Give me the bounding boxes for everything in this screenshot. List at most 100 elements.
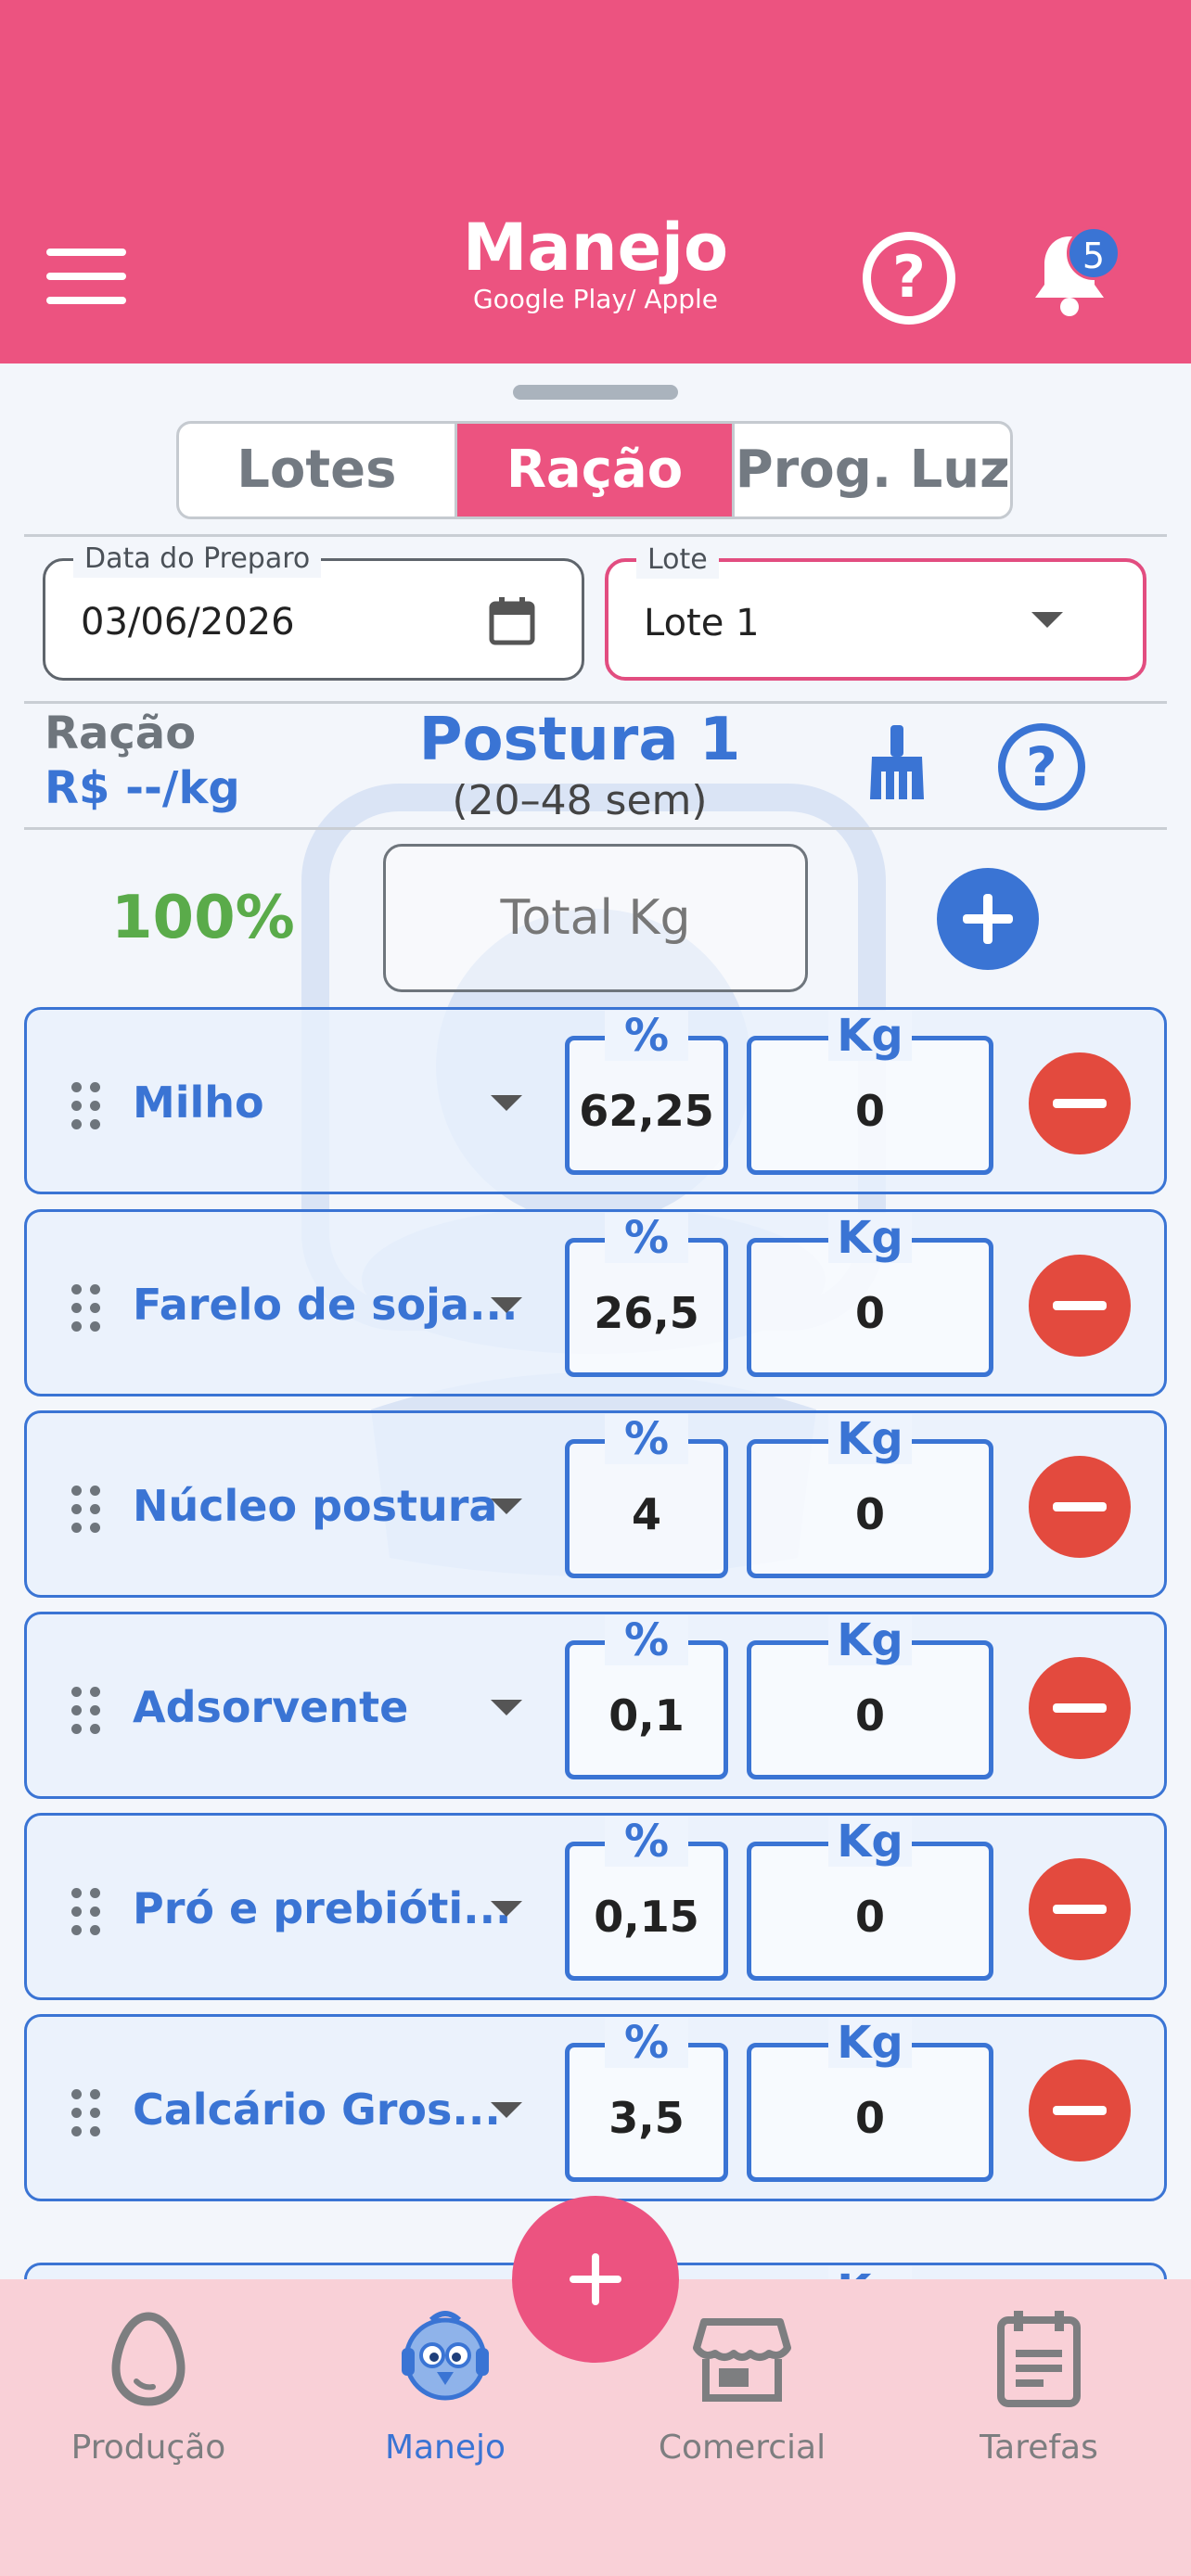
percent-value: 62,25 <box>579 1086 714 1136</box>
chevron-down-icon <box>1031 612 1063 628</box>
ingredient-name[interactable]: Pró e prebióti... <box>133 1881 512 1936</box>
clipboard-icon <box>997 2311 1081 2407</box>
drag-handle-icon[interactable] <box>71 1486 103 1534</box>
app-header: Manejo Google Play/ Apple ? 5 <box>0 0 1191 363</box>
formula-name[interactable]: Postura 1 <box>371 707 788 773</box>
remove-ingredient-button[interactable] <box>1029 1052 1131 1154</box>
add-ingredient-button[interactable] <box>937 868 1039 970</box>
divider <box>24 701 1167 704</box>
percent-input[interactable]: % 0,1 <box>565 1615 728 1779</box>
remove-ingredient-button[interactable] <box>1029 1255 1131 1357</box>
kg-label: Kg <box>828 1817 912 1867</box>
chevron-down-icon[interactable] <box>491 1901 522 1917</box>
kg-input[interactable]: Kg 0 <box>747 1213 993 1377</box>
percent-value: 4 <box>631 1489 661 1539</box>
percent-label: % <box>605 1213 688 1263</box>
kg-label: Kg <box>828 1213 912 1263</box>
chevron-down-icon[interactable] <box>491 1297 522 1313</box>
ingredient-row[interactable]: Adsorvente% 0,1 Kg 0 <box>24 1612 1167 1799</box>
nav-producao[interactable]: Produção <box>0 2307 297 2470</box>
kg-input[interactable]: Kg 0 <box>747 2018 993 2182</box>
percent-label: % <box>605 1615 688 1665</box>
lote-select-value: Lote 1 <box>644 602 760 644</box>
segmented-tabs: Lotes Ração Prog. Luz <box>176 421 1013 519</box>
chick-mascot-icon <box>402 2311 489 2401</box>
nav-tarefas[interactable]: Tarefas <box>890 2307 1187 2470</box>
sheet-handle[interactable] <box>513 385 678 400</box>
drag-handle-icon[interactable] <box>71 2089 103 2137</box>
ingredient-row[interactable]: Farelo de soja...% 26,5 Kg 0 <box>24 1209 1167 1396</box>
tab-racao[interactable]: Ração <box>454 424 733 516</box>
formula-help-icon[interactable]: ? <box>998 723 1085 810</box>
ingredient-name[interactable]: Milho <box>133 1075 264 1130</box>
kg-value: 0 <box>854 1086 885 1136</box>
nav-label: Comercial <box>658 2429 826 2467</box>
formula-range: (20–48 sem) <box>452 777 708 824</box>
percent-input[interactable]: % 3,5 <box>565 2018 728 2182</box>
percent-input[interactable]: % 26,5 <box>565 1213 728 1377</box>
ingredient-row[interactable]: Calcário Gros... % 3,5 Kg 0 <box>24 2014 1167 2201</box>
drag-handle-icon[interactable] <box>71 1687 103 1735</box>
page-subtitle: Google Play/ Apple <box>472 284 719 314</box>
kg-value: 0 <box>854 1690 885 1741</box>
kg-input[interactable]: Kg 0 <box>747 1011 993 1175</box>
lote-select[interactable]: Lote Lote 1 <box>605 542 1146 681</box>
store-icon <box>693 2318 791 2402</box>
kg-value: 0 <box>854 1489 885 1539</box>
ingredient-row[interactable]: Pró e prebióti...% 0,15 Kg 0 <box>24 1813 1167 2000</box>
kg-input[interactable]: Kg 0 <box>747 1414 993 1578</box>
total-kg-input[interactable]: Total Kg <box>383 844 808 992</box>
percent-label: % <box>605 1817 688 1867</box>
percent-value: 0,15 <box>594 1892 699 1942</box>
fab-add-button[interactable] <box>512 2196 679 2363</box>
tab-lotes[interactable]: Lotes <box>179 424 455 516</box>
remove-ingredient-button[interactable] <box>1029 1456 1131 1558</box>
ingredient-name[interactable]: Núcleo postura <box>133 1478 497 1534</box>
ingredient-row[interactable]: Núcleo postura% 4 Kg 0 <box>24 1410 1167 1598</box>
kg-value: 0 <box>854 1288 885 1338</box>
total-percent: 100% <box>111 884 295 952</box>
ingredient-name[interactable]: Adsorvente <box>133 1679 408 1735</box>
percent-input[interactable]: % 62,25 <box>565 1011 728 1175</box>
drag-handle-icon[interactable] <box>71 1284 103 1333</box>
lote-select-label: Lote <box>636 542 719 579</box>
chevron-down-icon[interactable] <box>491 2102 522 2118</box>
date-field-value: 03/06/2026 <box>81 601 295 644</box>
remove-ingredient-button[interactable] <box>1029 1657 1131 1759</box>
divider <box>24 827 1167 830</box>
kg-input[interactable]: Kg 0 <box>747 1615 993 1779</box>
drag-handle-icon[interactable] <box>71 1888 103 1936</box>
racao-price: R$ --/kg <box>45 762 240 814</box>
percent-input[interactable]: % 4 <box>565 1414 728 1578</box>
percent-value: 0,1 <box>608 1690 685 1741</box>
broom-icon[interactable] <box>863 723 931 801</box>
ingredient-name[interactable]: Farelo de soja... <box>133 1277 518 1333</box>
title-block: Manejo Google Play/ Apple <box>0 209 1191 316</box>
ingredient-name[interactable]: Calcário Gros... <box>133 2082 501 2137</box>
chevron-down-icon[interactable] <box>491 1095 522 1111</box>
page-title: Manejo <box>462 210 729 286</box>
kg-label: Kg <box>828 1615 912 1665</box>
tab-prog-luz[interactable]: Prog. Luz <box>732 424 1010 516</box>
date-field[interactable]: Data do Preparo 03/06/2026 <box>43 541 584 681</box>
chevron-down-icon[interactable] <box>491 1498 522 1514</box>
percent-label: % <box>605 1011 688 1061</box>
kg-label: Kg <box>828 2018 912 2068</box>
remove-ingredient-button[interactable] <box>1029 1858 1131 1960</box>
percent-label: % <box>605 1414 688 1464</box>
date-field-label: Data do Preparo <box>73 541 322 578</box>
percent-input[interactable]: % 0,15 <box>565 1817 728 1981</box>
nav-label: Tarefas <box>980 2429 1098 2467</box>
drag-handle-icon[interactable] <box>71 1082 103 1130</box>
ingredient-row[interactable]: Milho% 62,25 Kg 0 <box>24 1007 1167 1194</box>
nav-label: Manejo <box>384 2429 506 2467</box>
kg-label: Kg <box>828 1011 912 1061</box>
kg-label: Kg <box>828 1414 912 1464</box>
calendar-icon[interactable] <box>489 596 535 646</box>
help-icon[interactable]: ? <box>863 232 955 325</box>
chevron-down-icon[interactable] <box>491 1700 522 1715</box>
notification-badge: 5 <box>1067 226 1121 280</box>
remove-ingredient-button[interactable] <box>1029 2060 1131 2162</box>
percent-value: 26,5 <box>594 1288 699 1338</box>
kg-input[interactable]: Kg 0 <box>747 1817 993 1981</box>
